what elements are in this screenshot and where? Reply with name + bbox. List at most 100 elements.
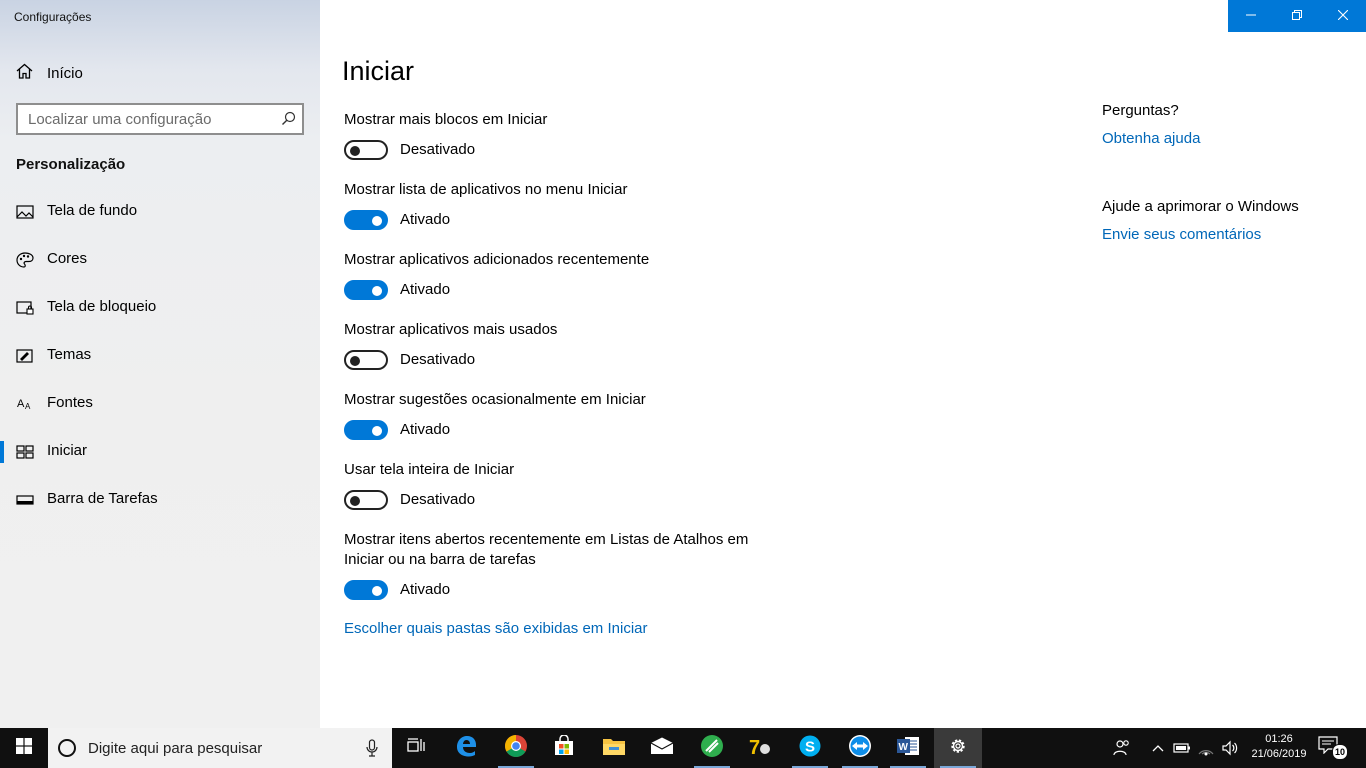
- skype-button[interactable]: S: [786, 728, 834, 768]
- sidebar-item-label: Tela de bloqueio: [47, 298, 157, 315]
- battery-icon[interactable]: [1172, 738, 1192, 758]
- teamviewer-button[interactable]: [836, 728, 884, 768]
- svg-text:7: 7: [749, 737, 760, 758]
- svg-text:A: A: [17, 398, 25, 410]
- 7zip-icon: 7: [747, 734, 773, 763]
- clock-date: 21/06/2019: [1251, 748, 1307, 760]
- chrome-button[interactable]: [492, 728, 540, 768]
- toggle-switch[interactable]: [344, 490, 388, 510]
- mail-icon: [650, 737, 674, 760]
- toggle-switch[interactable]: [344, 210, 388, 230]
- mail-button[interactable]: [638, 728, 686, 768]
- word-button[interactable]: W: [884, 728, 932, 768]
- setting-recently-added: Mostrar aplicativos adicionados recentem…: [344, 250, 764, 302]
- sidebar-item-fontes[interactable]: AA Fontes: [0, 384, 320, 424]
- sidebar-item-label: Temas: [47, 346, 92, 363]
- setting-label: Usar tela inteira de Iniciar: [344, 461, 515, 478]
- setting-label: Mostrar sugestões ocasionalmente em Inic…: [344, 391, 646, 408]
- clock-time: 01:26: [1265, 733, 1293, 745]
- svg-text:S: S: [805, 738, 815, 755]
- setting-label: Mostrar mais blocos em Iniciar: [344, 111, 548, 128]
- svg-text:W: W: [899, 742, 909, 753]
- home-icon: [16, 63, 33, 84]
- toggle-switch[interactable]: [344, 140, 388, 160]
- setting-more-tiles: Mostrar mais blocos em Iniciar Desativad…: [344, 110, 764, 162]
- window-controls: [1228, 0, 1366, 32]
- setting-full-screen: Usar tela inteira de Iniciar Desativado: [344, 460, 764, 512]
- settings-button[interactable]: [934, 728, 982, 768]
- brush-icon: [16, 348, 34, 364]
- sidebar-item-temas[interactable]: Temas: [0, 336, 320, 376]
- minimize-icon: [1246, 7, 1256, 25]
- sidebar-item-cores[interactable]: Cores: [0, 240, 320, 280]
- sidebar: Configurações Início Localizar uma confi…: [0, 0, 320, 728]
- network-icon[interactable]: [1196, 738, 1216, 758]
- teamviewer-icon: [848, 734, 872, 763]
- svg-text:A: A: [25, 402, 31, 411]
- clock[interactable]: 01:26 21/06/2019: [1248, 732, 1310, 762]
- sidebar-item-iniciar[interactable]: Iniciar: [0, 432, 320, 472]
- edge-button[interactable]: [442, 728, 490, 768]
- toggle-state: Desativado: [400, 141, 476, 158]
- people-icon[interactable]: [1112, 738, 1132, 758]
- file-explorer-button[interactable]: [590, 728, 638, 768]
- cortana-icon: [58, 739, 76, 757]
- 7zip-button[interactable]: 7: [736, 728, 784, 768]
- toggle-switch[interactable]: [344, 280, 388, 300]
- volume-icon[interactable]: [1220, 738, 1240, 758]
- toggle-state: Desativado: [400, 491, 476, 508]
- settings-search-input[interactable]: Localizar uma configuração: [16, 103, 304, 135]
- setting-app-list: Mostrar lista de aplicativos no menu Ini…: [344, 180, 764, 232]
- toggle-switch[interactable]: [344, 350, 388, 370]
- taskbar-search-placeholder: Digite aqui para pesquisar: [88, 740, 263, 757]
- word-icon: W: [896, 735, 920, 762]
- task-view-button[interactable]: [392, 728, 440, 768]
- taskbar: Digite aqui para pesquisar 7 S W 01:26 2…: [0, 728, 1366, 768]
- toggle-switch[interactable]: [344, 420, 388, 440]
- store-icon: [553, 733, 575, 762]
- picture-icon: [16, 204, 34, 220]
- notification-badge: 10: [1332, 744, 1348, 760]
- taskbar-icon: [16, 492, 34, 508]
- search-icon[interactable]: [281, 111, 296, 131]
- toggle-knob: [350, 146, 360, 156]
- active-indicator: [0, 441, 4, 463]
- microphone-icon[interactable]: [366, 739, 378, 762]
- taskbar-search-box[interactable]: Digite aqui para pesquisar: [48, 728, 392, 768]
- toggle-state: Ativado: [400, 211, 451, 228]
- toggle-state: Ativado: [400, 421, 451, 438]
- search-placeholder: Localizar uma configuração: [28, 111, 212, 128]
- toggle-switch[interactable]: [344, 580, 388, 600]
- sidebar-item-tela-de-bloqueio[interactable]: Tela de bloqueio: [0, 288, 320, 328]
- toggle-knob: [350, 356, 360, 366]
- green-app-button[interactable]: [688, 728, 736, 768]
- close-button[interactable]: [1320, 0, 1366, 32]
- chevron-up-icon[interactable]: [1148, 738, 1168, 758]
- page-title: Iniciar: [342, 56, 415, 86]
- toggle-knob: [372, 216, 382, 226]
- home-nav-item[interactable]: Início: [16, 63, 83, 84]
- sidebar-item-barra-de-tarefas[interactable]: Barra de Tarefas: [0, 480, 320, 520]
- restore-button[interactable]: [1274, 0, 1320, 32]
- action-center-button[interactable]: 10: [1318, 736, 1350, 760]
- toggle-knob: [372, 286, 382, 296]
- start-button[interactable]: [0, 728, 48, 768]
- chrome-icon: [504, 734, 528, 763]
- sidebar-item-label: Iniciar: [47, 442, 88, 459]
- sidebar-item-label: Tela de fundo: [47, 202, 138, 219]
- toggle-state: Desativado: [400, 351, 476, 368]
- sidebar-item-tela-de-fundo[interactable]: Tela de fundo: [0, 192, 320, 232]
- sidebar-item-label: Fontes: [47, 394, 93, 411]
- edge-icon: [454, 734, 478, 763]
- setting-label: Mostrar aplicativos adicionados recentem…: [344, 251, 650, 268]
- minimize-button[interactable]: [1228, 0, 1274, 32]
- section-title: Personalização: [16, 156, 126, 173]
- get-help-link[interactable]: Obtenha ajuda: [1102, 130, 1200, 147]
- font-icon: AA: [16, 396, 34, 412]
- toggle-knob: [350, 496, 360, 506]
- store-button[interactable]: [540, 728, 588, 768]
- choose-folders-link[interactable]: Escolher quais pastas são exibidas em In…: [344, 620, 648, 637]
- setting-label: Mostrar aplicativos mais usados: [344, 321, 558, 338]
- toggle-knob: [372, 586, 382, 596]
- feedback-link[interactable]: Envie seus comentários: [1102, 226, 1261, 243]
